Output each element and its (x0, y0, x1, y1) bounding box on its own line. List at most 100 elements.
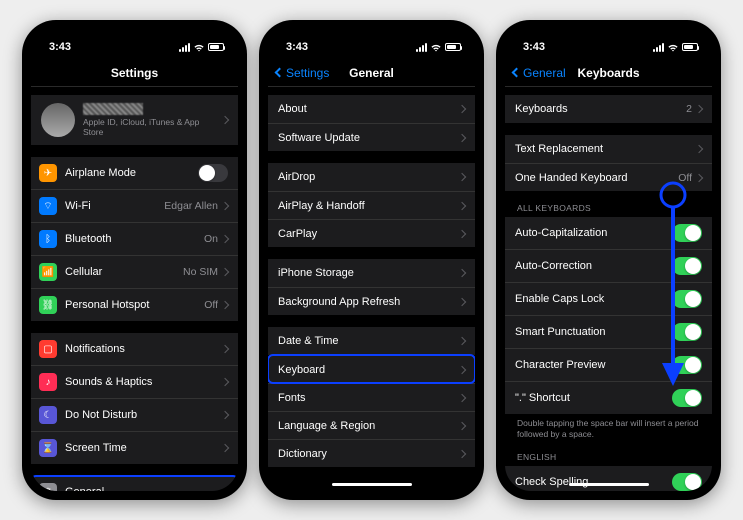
row-datetime[interactable]: Date & Time (268, 327, 475, 355)
row-airdrop[interactable]: AirDrop (268, 163, 475, 191)
row-storage[interactable]: iPhone Storage (268, 259, 475, 287)
profile-row[interactable]: Apple ID, iCloud, iTunes & App Store (31, 95, 238, 145)
home-indicator[interactable] (569, 483, 649, 486)
wifi-icon (667, 43, 679, 52)
row-cellular[interactable]: 📶 Cellular No SIM (31, 255, 238, 288)
row-keyboards[interactable]: Keyboards2 (505, 95, 712, 123)
row-software[interactable]: Software Update (268, 123, 475, 151)
label: AirDrop (278, 171, 459, 183)
row-hotspot[interactable]: ⛓ Personal Hotspot Off (31, 288, 238, 321)
autocap-toggle[interactable] (672, 224, 702, 242)
battery-icon (682, 43, 698, 51)
row-carplay[interactable]: CarPlay (268, 219, 475, 247)
row-smartpunct[interactable]: Smart Punctuation (505, 315, 712, 348)
page-title: General (349, 66, 394, 80)
row-airplane[interactable]: ✈ Airplane Mode (31, 157, 238, 189)
chevron-right-icon (458, 173, 466, 181)
chevron-right-icon (221, 235, 229, 243)
battery-icon (445, 43, 461, 51)
label: Wi-Fi (65, 200, 164, 212)
row-one-handed[interactable]: One Handed KeyboardOff (505, 163, 712, 191)
label: Auto-Correction (515, 260, 672, 272)
airplane-icon: ✈ (39, 164, 57, 182)
shortcut-toggle[interactable] (672, 389, 702, 407)
avatar (41, 103, 75, 137)
smartpunct-toggle[interactable] (672, 323, 702, 341)
status-time: 3:43 (286, 41, 308, 53)
back-button[interactable]: Settings (276, 66, 329, 80)
navbar: Settings (31, 59, 238, 87)
row-language[interactable]: Language & Region (268, 411, 475, 439)
wifi-icon (430, 43, 442, 52)
row-dnd[interactable]: ☾ Do Not Disturb (31, 398, 238, 431)
keyboards-list[interactable]: Keyboards2 Text Replacement One Handed K… (505, 87, 712, 491)
row-refresh[interactable]: Background App Refresh (268, 287, 475, 315)
chevron-right-icon (458, 365, 466, 373)
charpreview-toggle[interactable] (672, 356, 702, 374)
row-wifi[interactable]: ⌔ Wi-Fi Edgar Allen (31, 189, 238, 222)
chevron-right-icon (221, 411, 229, 419)
chevron-right-icon (458, 201, 466, 209)
label: Keyboard (278, 364, 459, 376)
row-screentime[interactable]: ⌛ Screen Time (31, 431, 238, 464)
profile-name-redacted (83, 103, 143, 115)
row-charpreview[interactable]: Character Preview (505, 348, 712, 381)
chevron-right-icon (458, 297, 466, 305)
row-dictionary[interactable]: Dictionary (268, 439, 475, 467)
row-capslock[interactable]: Enable Caps Lock (505, 282, 712, 315)
label: AirPlay & Handoff (278, 200, 459, 212)
notch (86, 29, 184, 49)
notifications-icon: ▢ (39, 340, 57, 358)
label: Personal Hotspot (65, 299, 204, 311)
label: Language & Region (278, 420, 459, 432)
label: Cellular (65, 266, 183, 278)
chevron-right-icon (695, 145, 703, 153)
sounds-icon: ♪ (39, 373, 57, 391)
chevron-right-icon (458, 229, 466, 237)
value: Edgar Allen (164, 200, 218, 212)
capslock-toggle[interactable] (672, 290, 702, 308)
value: No SIM (183, 266, 218, 278)
label: Text Replacement (515, 143, 696, 155)
phone-settings: 3:43 Settings Apple ID, iCloud, iTunes &… (22, 20, 247, 500)
chevron-right-icon (221, 444, 229, 452)
row-autocap[interactable]: Auto-Capitalization (505, 217, 712, 249)
wifi-icon (193, 43, 205, 52)
battery-icon (208, 43, 224, 51)
row-bluetooth[interactable]: ᛒ Bluetooth On (31, 222, 238, 255)
row-sounds[interactable]: ♪ Sounds & Haptics (31, 365, 238, 398)
phone-keyboards: 3:43 General Keyboards Keyboards2 Text R… (496, 20, 721, 500)
back-label: General (523, 66, 566, 80)
general-list[interactable]: About Software Update AirDrop AirPlay & … (268, 87, 475, 491)
chevron-right-icon (458, 421, 466, 429)
label: Do Not Disturb (65, 409, 222, 421)
label: Smart Punctuation (515, 326, 672, 338)
back-button[interactable]: General (513, 66, 566, 80)
page-title: Settings (111, 66, 158, 80)
chevron-right-icon (695, 105, 703, 113)
navbar: General Keyboards (505, 59, 712, 87)
label: "." Shortcut (515, 392, 672, 404)
chevron-right-icon (221, 301, 229, 309)
label: Software Update (278, 132, 459, 144)
settings-list[interactable]: Apple ID, iCloud, iTunes & App Store ✈ A… (31, 87, 238, 491)
row-general[interactable]: ⚙ General (31, 476, 238, 491)
hotspot-icon: ⛓ (39, 296, 57, 314)
spelling-toggle[interactable] (672, 473, 702, 491)
row-text-replacement[interactable]: Text Replacement (505, 135, 712, 163)
row-airplay[interactable]: AirPlay & Handoff (268, 191, 475, 219)
home-indicator[interactable] (332, 483, 412, 486)
profile-subtitle: Apple ID, iCloud, iTunes & App Store (83, 117, 222, 137)
row-spelling[interactable]: Check Spelling (505, 466, 712, 491)
row-about[interactable]: About (268, 95, 475, 123)
header-all-keyboards: ALL KEYBOARDS (505, 203, 712, 217)
row-fonts[interactable]: Fonts (268, 383, 475, 411)
row-keyboard[interactable]: Keyboard (268, 355, 475, 383)
chevron-right-icon (221, 268, 229, 276)
row-autocorrect[interactable]: Auto-Correction (505, 249, 712, 282)
row-shortcut[interactable]: "." Shortcut (505, 381, 712, 414)
cellular-icon: 📶 (39, 263, 57, 281)
autocorrect-toggle[interactable] (672, 257, 702, 275)
airplane-toggle[interactable] (198, 164, 228, 182)
row-notifications[interactable]: ▢ Notifications (31, 333, 238, 365)
